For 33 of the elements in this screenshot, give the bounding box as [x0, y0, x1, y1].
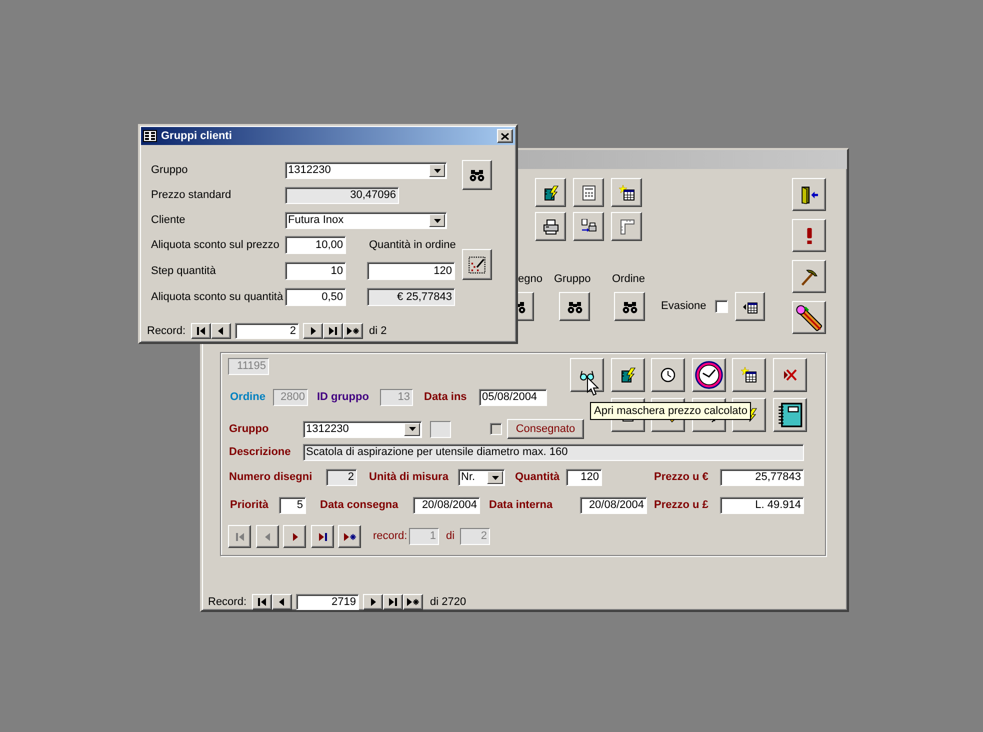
field-label: Numero disegni	[229, 471, 314, 484]
search-label: Ordine	[612, 272, 646, 286]
field-label: Data consegna	[320, 499, 400, 512]
field-label: Quantità in ordine	[369, 238, 457, 252]
field-label: Prezzo u €	[654, 471, 710, 484]
field-label: Step quantità	[151, 264, 217, 278]
record-count: di 2720	[430, 596, 468, 608]
field-label: Priorità	[230, 499, 270, 512]
field-label: ID gruppo	[317, 391, 370, 404]
field-label: Descrizione	[229, 446, 292, 459]
record-number-field: 1	[409, 528, 439, 545]
search-label: egno	[518, 272, 544, 286]
field-label: Prezzo u £	[654, 499, 710, 512]
record-count: 2	[460, 528, 490, 545]
search-label: Gruppo	[554, 272, 592, 286]
record-label: record:	[373, 530, 408, 543]
field-label: Unità di misura	[369, 471, 450, 484]
field-label: Aliquota sconto sul prezzo	[151, 238, 280, 252]
window-title: Gruppi clienti	[161, 130, 232, 142]
field-label: Data ins	[424, 391, 468, 404]
record-label: Record:	[147, 324, 187, 338]
field-label: Evasione	[661, 300, 708, 313]
field-label: Quantità	[515, 471, 561, 484]
record-label: Record:	[208, 596, 248, 608]
field-label: Aliquota sconto su quantità	[151, 290, 283, 304]
field-label: Data interna	[489, 499, 554, 512]
record-label: di	[446, 530, 456, 543]
field-label: Prezzo standard	[151, 189, 232, 202]
field-label: Cliente	[151, 214, 186, 227]
field-label: Gruppo	[151, 164, 189, 177]
record-count: di 2	[369, 324, 388, 338]
field-label: Ordine	[230, 391, 266, 404]
field-label: Gruppo	[229, 422, 270, 436]
